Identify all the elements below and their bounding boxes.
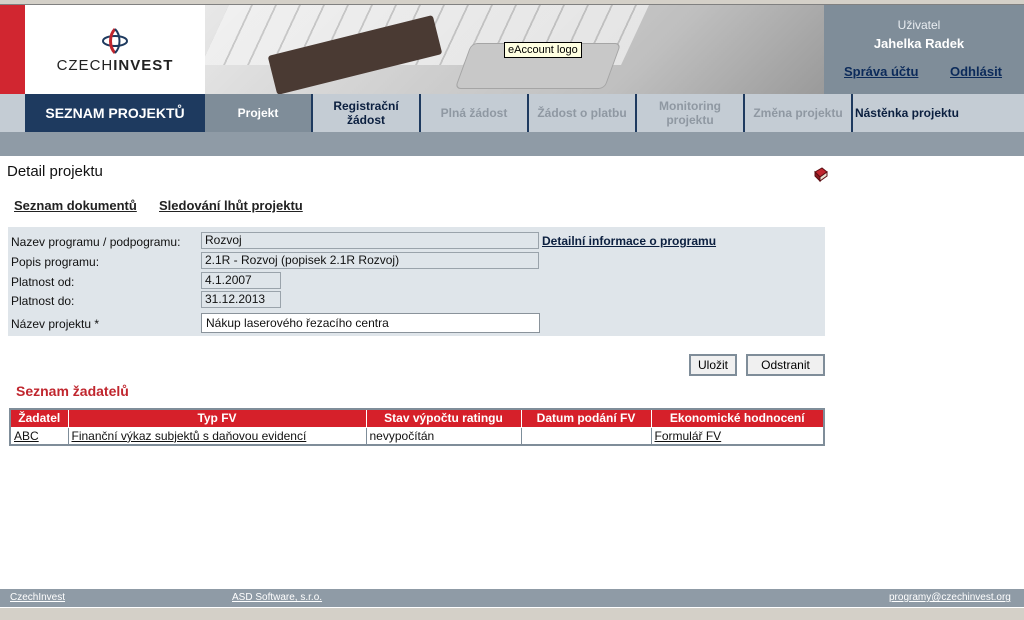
cell-economic-evaluation: Formulář FV: [650, 426, 825, 446]
user-label: Uživatel: [897, 18, 941, 32]
valid-to-value: 31.12.2013: [201, 291, 281, 308]
valid-to-label: Platnost do:: [11, 294, 75, 308]
tab-registracni-zadost[interactable]: Registrační žádost: [313, 94, 421, 132]
valid-from-label: Platnost od:: [11, 275, 75, 289]
applicants-section-title: Seznam žadatelů: [16, 383, 129, 399]
help-book-icon[interactable]: [813, 167, 829, 183]
user-name: Jahelka Radek: [873, 36, 965, 51]
fv-type-link[interactable]: Finanční výkaz subjektů s daňovou eviden…: [72, 429, 307, 443]
tab-zmena-projektu: Změna projektu: [745, 94, 853, 132]
applicants-table: Žadatel Typ FV Stav výpočtu ratingu Datu…: [9, 408, 825, 446]
tab-zadost-o-platbu: Žádost o platbu: [529, 94, 637, 132]
page-footer: CzechInvest ASD Software, s.r.o. program…: [0, 589, 1024, 607]
logout-link[interactable]: Odhlásit: [950, 64, 1002, 79]
valid-from-value: 4.1.2007: [201, 272, 281, 289]
page-title: Detail projektu: [7, 163, 103, 180]
project-detail-form: Nazev programu / podpogramu: Rozvoj Deta…: [8, 227, 825, 336]
tab-nastenka-projektu[interactable]: Nástěnka projektu: [853, 94, 961, 132]
col-header-ekonomicke-hodnoceni: Ekonomické hodnocení: [650, 408, 825, 428]
remove-button[interactable]: Odstranit: [746, 354, 825, 376]
col-header-typ-fv: Typ FV: [67, 408, 367, 428]
cell-applicant: ABC: [9, 426, 69, 446]
col-header-zadatel: Žadatel: [9, 408, 69, 428]
footer-asd-link[interactable]: ASD Software, s.r.o.: [232, 592, 322, 603]
footer-email-link[interactable]: programy@czechinvest.org: [889, 592, 1011, 603]
user-panel: Uživatel Jahelka Radek Správa účtu Odhlá…: [824, 5, 1024, 94]
table-row: ABC Finanční výkaz subjektů s daňovou ev…: [9, 426, 825, 446]
browser-status-bar: [0, 607, 1024, 620]
col-header-stav-ratingu: Stav výpočtu ratingu: [365, 408, 522, 428]
tab-projekt[interactable]: Projekt: [205, 94, 313, 132]
documents-list-link[interactable]: Seznam dokumentů: [14, 198, 137, 213]
logo-tooltip: eAccount logo: [504, 42, 582, 58]
tab-monitoring-projektu: Monitoring projektu: [637, 94, 745, 132]
project-name-input[interactable]: Nákup laserového řezacího centra: [201, 313, 540, 333]
deadlines-tracking-link[interactable]: Sledování lhůt projektu: [159, 198, 303, 213]
applicant-link[interactable]: ABC: [14, 429, 39, 443]
nav-project-list[interactable]: SEZNAM PROJEKTŮ: [25, 94, 205, 132]
description-value: 2.1R - Rozvoj (popisek 2.1R Rozvoj): [201, 252, 539, 269]
tab-plna-zadost: Plná žádost: [421, 94, 529, 132]
czechinvest-logo-icon: [102, 27, 128, 55]
project-name-label: Název projektu *: [11, 317, 100, 331]
footer-czechinvest-link[interactable]: CzechInvest: [10, 592, 65, 603]
program-label: Nazev programu / podpogramu:: [11, 235, 181, 249]
logo-text-light: CZECH: [56, 57, 114, 74]
program-value: Rozvoj: [201, 232, 539, 249]
cell-submission-date: [520, 426, 652, 446]
sub-navigation-bar: [0, 132, 1024, 156]
brand-red-stripe: [0, 5, 25, 94]
col-header-datum-podani: Datum podání FV: [520, 408, 652, 428]
table-header-row: Žadatel Typ FV Stav výpočtu ratingu Datu…: [9, 408, 825, 428]
page-header: CZECHINVEST eAccount logo Uživatel Jahel…: [0, 5, 1024, 94]
czechinvest-logo[interactable]: CZECHINVEST: [25, 5, 205, 94]
fv-form-link[interactable]: Formulář FV: [655, 429, 722, 443]
main-navigation: SEZNAM PROJEKTŮ Projekt Registrační žádo…: [0, 94, 1024, 132]
account-settings-link[interactable]: Správa účtu: [844, 64, 918, 79]
logo-text-bold: INVEST: [113, 57, 174, 74]
program-details-link[interactable]: Detailní informace o programu: [542, 234, 716, 248]
cell-fv-type: Finanční výkaz subjektů s daňovou eviden…: [67, 426, 367, 446]
logo-wordmark: CZECHINVEST: [25, 57, 205, 74]
save-button[interactable]: Uložit: [689, 354, 737, 376]
cell-rating-status: nevypočítán: [365, 426, 522, 446]
description-label: Popis programu:: [11, 255, 100, 269]
